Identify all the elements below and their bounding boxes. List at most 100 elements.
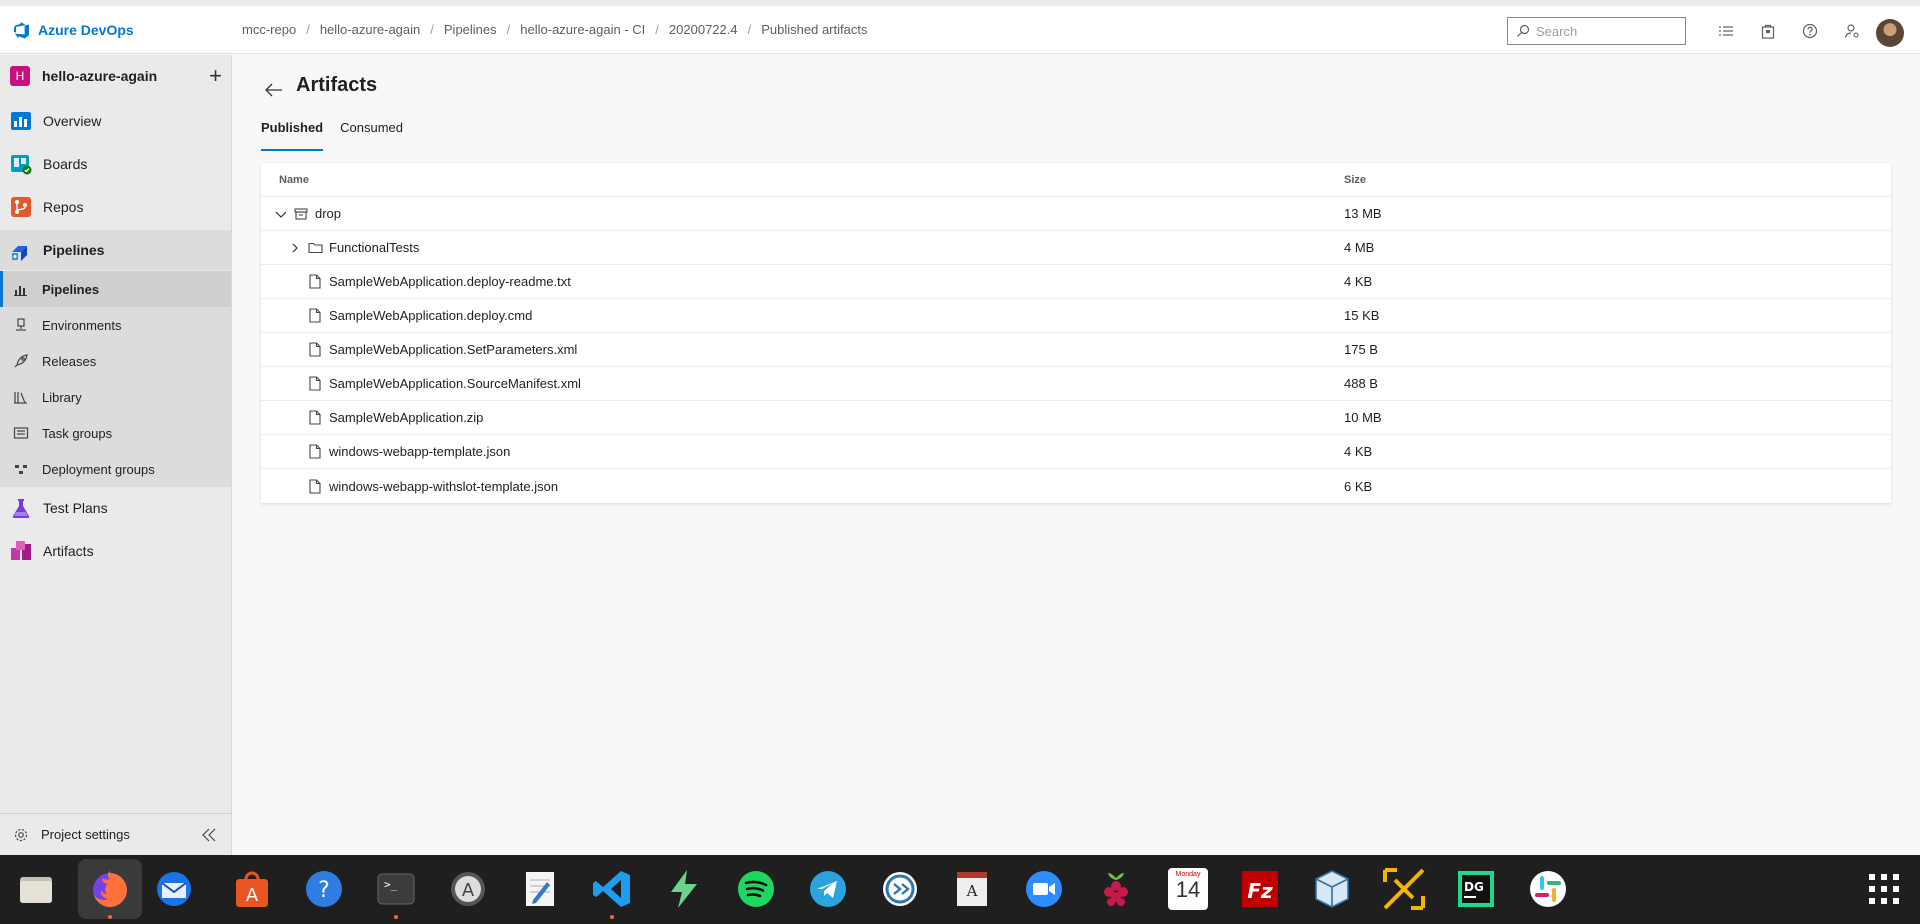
breadcrumb-pipelines[interactable]: Pipelines <box>434 22 507 37</box>
avatar[interactable] <box>1876 19 1904 47</box>
breadcrumb-pipeline[interactable]: hello-azure-again - CI <box>510 22 655 37</box>
dictionary-icon[interactable]: A <box>948 865 996 913</box>
artifact-name[interactable]: SampleWebApplication.zip <box>329 410 483 425</box>
zoom-icon[interactable] <box>1020 865 1068 913</box>
marketplace-icon[interactable] <box>1747 20 1789 42</box>
project-selector[interactable]: H hello-azure-again + <box>10 65 222 87</box>
files-icon[interactable] <box>12 865 60 913</box>
table-row[interactable]: FunctionalTests 4 MB <box>261 231 1891 265</box>
artifact-size: 13 MB <box>1344 206 1382 221</box>
column-header-name[interactable]: Name <box>279 174 309 186</box>
software-updater-icon[interactable]: A <box>444 865 492 913</box>
remmina-icon[interactable] <box>876 865 924 913</box>
help-icon[interactable] <box>1789 20 1831 42</box>
sidebar-subitem-label: Library <box>42 389 82 405</box>
filezilla-icon[interactable]: Fz <box>1236 865 1284 913</box>
sidebar-subitem-label: Task groups <box>42 425 113 441</box>
sidebar-item-label: Pipelines <box>43 242 105 258</box>
thunderbird-icon[interactable] <box>150 865 198 913</box>
firefox-icon[interactable] <box>78 859 142 919</box>
svg-text:>_: >_ <box>384 878 398 891</box>
svg-text:A: A <box>246 885 259 906</box>
artifact-name[interactable]: windows-webapp-template.json <box>329 444 510 459</box>
project-badge: H <box>10 66 30 86</box>
calendar-icon[interactable]: Monday 14 <box>1164 865 1212 913</box>
project-sidebar: H hello-azure-again + Overview Boards Re… <box>0 55 232 855</box>
sidebar-item-artifacts[interactable]: Artifacts <box>0 531 231 571</box>
breadcrumb-org[interactable]: mcc-repo <box>232 22 306 37</box>
sidebar-item-test-plans[interactable]: Test Plans <box>0 488 231 528</box>
artifact-name[interactable]: FunctionalTests <box>329 240 419 255</box>
table-row[interactable]: windows-webapp-withslot-template.json 6 K… <box>261 469 1891 503</box>
help-icon[interactable]: ? <box>300 865 348 913</box>
artifact-name[interactable]: SampleWebApplication.deploy.cmd <box>329 308 532 323</box>
column-header-size[interactable]: Size <box>1344 174 1366 186</box>
bolt-icon[interactable] <box>660 865 708 913</box>
sidebar-subitem-pipelines[interactable]: Pipelines <box>0 271 231 307</box>
taskbar-dock: A? >_ A A Monday 14 Fz DG <box>0 855 1920 924</box>
sidebar-item-boards[interactable]: Boards <box>0 144 231 184</box>
sidebar-subitem-task-groups[interactable]: Task groups <box>0 415 231 451</box>
collapse-sidebar-icon[interactable] <box>201 828 217 842</box>
sidebar-item-overview[interactable]: Overview <box>0 101 231 141</box>
datagrip-icon[interactable]: DG <box>1452 865 1500 913</box>
chevron-right-icon[interactable] <box>287 243 303 253</box>
raspberry-pi-icon[interactable] <box>1092 865 1140 913</box>
svg-text:DG: DG <box>1464 880 1484 894</box>
sidebar-subitem-releases[interactable]: Releases <box>0 343 231 379</box>
breadcrumb-run[interactable]: 20200722.4 <box>659 22 748 37</box>
sidebar-subitem-library[interactable]: Library <box>0 379 231 415</box>
project-name[interactable]: hello-azure-again <box>42 68 157 84</box>
vscode-icon[interactable] <box>588 865 636 919</box>
table-row[interactable]: drop 13 MB <box>261 197 1891 231</box>
user-settings-icon[interactable] <box>1831 20 1873 42</box>
artifact-name[interactable]: SampleWebApplication.SetParameters.xml <box>329 342 577 357</box>
artifact-name[interactable]: SampleWebApplication.deploy-readme.txt <box>329 274 571 289</box>
work-items-icon[interactable] <box>1705 20 1747 42</box>
file-icon <box>307 478 323 494</box>
repos-icon <box>9 195 33 219</box>
app-store-icon[interactable]: A <box>228 865 276 913</box>
artifact-size: 175 B <box>1344 342 1378 357</box>
pipelines-sub-icon <box>12 280 30 298</box>
vnc-icon[interactable] <box>1380 865 1428 913</box>
telegram-icon[interactable] <box>804 865 852 913</box>
environments-icon <box>12 316 30 334</box>
table-row[interactable]: windows-webapp-template.json 4 KB <box>261 435 1891 469</box>
table-row[interactable]: SampleWebApplication.deploy.cmd 15 KB <box>261 299 1891 333</box>
slack-icon[interactable] <box>1524 865 1572 913</box>
terminal-icon[interactable]: >_ <box>372 865 420 919</box>
search-box[interactable] <box>1507 17 1686 45</box>
artifact-name-cell: windows-webapp-template.json <box>307 444 510 459</box>
artifact-name[interactable]: drop <box>315 206 341 221</box>
azure-devops-home-link[interactable]: Azure DevOps <box>0 21 232 39</box>
project-settings-label: Project settings <box>41 827 130 842</box>
breadcrumb-project[interactable]: hello-azure-again <box>310 22 430 37</box>
back-arrow-icon[interactable] <box>265 83 283 100</box>
artifact-name[interactable]: windows-webapp-withslot-template.json <box>329 479 558 494</box>
app-grid-icon[interactable] <box>1860 865 1908 913</box>
spotify-icon[interactable] <box>732 865 780 913</box>
tab-consumed[interactable]: Consumed <box>340 118 403 154</box>
artifact-name[interactable]: SampleWebApplication.SourceManifest.xml <box>329 376 581 391</box>
sidebar-subitem-environments[interactable]: Environments <box>0 307 231 343</box>
sidebar-item-repos[interactable]: Repos <box>0 187 231 227</box>
svg-text:A: A <box>966 882 978 900</box>
sidebar-item-pipelines[interactable]: Pipelines <box>0 230 231 270</box>
sidebar-subitem-deployment-groups[interactable]: Deployment groups <box>0 451 231 487</box>
virtualbox-icon[interactable] <box>1308 865 1356 913</box>
svg-text:A: A <box>462 880 475 901</box>
sidebar-item-label: Boards <box>43 156 88 172</box>
table-row[interactable]: SampleWebApplication.deploy-readme.txt 4 … <box>261 265 1891 299</box>
project-settings[interactable]: Project settings <box>0 813 231 855</box>
plus-icon[interactable]: + <box>209 65 222 87</box>
table-row[interactable]: SampleWebApplication.SourceManifest.xml 4… <box>261 367 1891 401</box>
table-row[interactable]: SampleWebApplication.SetParameters.xml 17… <box>261 333 1891 367</box>
tab-published[interactable]: Published <box>261 118 324 151</box>
search-input[interactable] <box>1536 23 1676 39</box>
artifact-size: 488 B <box>1344 376 1378 391</box>
table-row[interactable]: SampleWebApplication.zip 10 MB <box>261 401 1891 435</box>
chevron-down-icon[interactable] <box>273 209 289 219</box>
svg-text:Fz: Fz <box>1247 879 1273 903</box>
text-editor-icon[interactable] <box>516 865 564 913</box>
